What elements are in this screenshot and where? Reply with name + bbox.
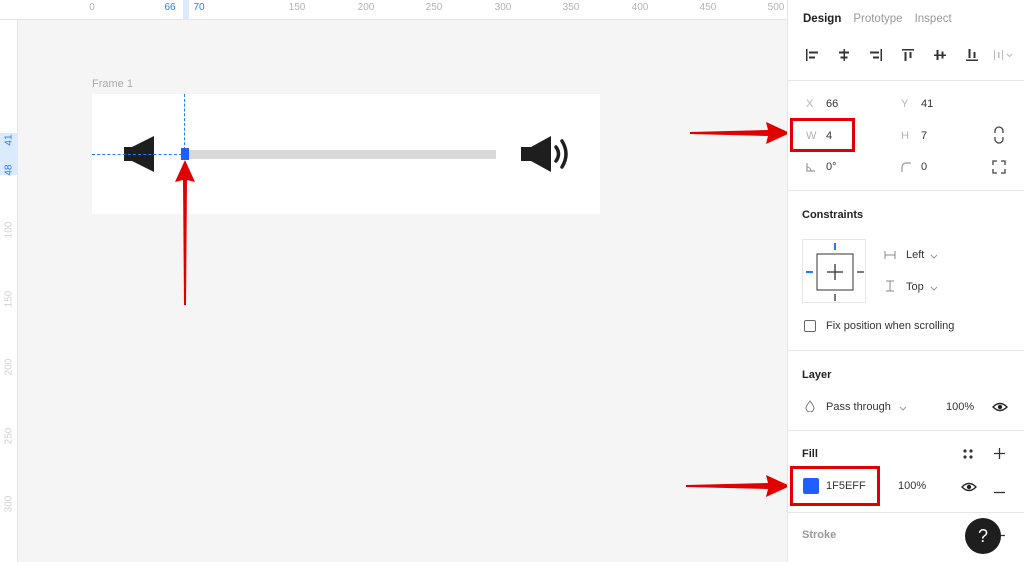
vertical-constraint-icon [885,280,895,295]
ruler-tick: 100 [3,221,15,239]
x-label: X [806,98,814,110]
remove-fill-icon[interactable] [993,485,1006,497]
ruler-tick: 150 [3,290,15,308]
ruler-tick: 200 [3,358,15,376]
rotation-field[interactable]: 0° [826,161,837,173]
layer-title: Layer [802,369,832,381]
slider-track[interactable] [188,150,496,159]
panel-tabs: Design Prototype Inspect [803,13,952,25]
stroke-title: Stroke [802,529,837,541]
ruler-tick-selection-start: 41 [3,134,15,146]
top-ruler: 0 66 70 150 200 250 300 350 400 450 500 [0,0,787,20]
y-field[interactable]: 41 [921,98,933,110]
annotation-arrow-up-icon [175,160,195,305]
distribute-dropdown-icon[interactable] [993,44,1015,66]
ruler-tick: 450 [699,2,717,13]
help-button[interactable]: ? [965,518,1001,554]
add-fill-icon[interactable] [993,447,1006,463]
position-section [788,80,1024,81]
measure-guide-horizontal [92,154,182,155]
volume-high-icon [519,133,573,178]
tab-design[interactable]: Design [803,13,841,25]
ruler-tick: 150 [288,2,306,13]
alignment-toolbar [801,44,1015,66]
chevron-down-icon [930,251,938,263]
vertical-constraint-select[interactable]: Top [906,281,924,293]
ruler-tick: 250 [425,2,443,13]
chevron-down-icon [930,283,938,295]
ruler-tick: 0 [89,2,95,13]
ruler-tick-selection-end: 48 [3,164,15,176]
ruler-selection-highlight [183,0,189,20]
align-bottom-icon[interactable] [961,44,983,66]
fill-title: Fill [802,448,818,460]
eye-icon[interactable] [992,401,1008,416]
fill-opacity-field[interactable]: 100% [898,480,926,492]
corner-radius-icon [900,161,912,176]
annotation-arrow-right-icon [686,475,790,497]
constrain-proportions-icon[interactable] [992,126,1006,147]
measure-guide-vertical [184,94,185,150]
eye-icon[interactable] [961,481,977,496]
blend-mode-select[interactable]: Pass through [826,401,891,413]
ruler-tick: 400 [631,2,649,13]
ruler-tick: 300 [3,495,15,513]
fix-position-checkbox[interactable] [804,320,816,332]
slider-handle[interactable] [181,148,189,160]
ruler-tick: 350 [562,2,580,13]
constraints-widget[interactable] [802,239,866,303]
horizontal-constraint-icon [884,250,896,263]
tab-inspect[interactable]: Inspect [915,13,952,25]
x-field[interactable]: 66 [826,98,838,110]
h-field[interactable]: 7 [921,130,927,142]
ruler-tick-selection-end: 70 [193,2,205,13]
ruler-tick: 250 [3,427,15,445]
volume-low-icon [122,134,158,177]
align-left-icon[interactable] [801,44,823,66]
rotation-icon [805,161,817,176]
align-top-icon[interactable] [897,44,919,66]
align-vertical-center-icon[interactable] [929,44,951,66]
annotation-highlight-box [790,118,855,152]
blend-mode-icon [805,400,815,415]
align-right-icon[interactable] [865,44,887,66]
ruler-tick: 300 [494,2,512,13]
fix-position-label: Fix position when scrolling [826,320,955,332]
layer-section [788,350,1024,351]
layer-opacity-field[interactable]: 100% [946,401,974,413]
frame-label[interactable]: Frame 1 [92,78,133,90]
tab-prototype[interactable]: Prototype [853,13,902,25]
independent-corners-icon[interactable] [992,160,1006,177]
ruler-tick: 200 [357,2,375,13]
ruler-tick: 500 [767,2,785,13]
h-label: H [901,130,909,142]
fill-section [788,430,1024,431]
y-label: Y [901,98,909,110]
annotation-arrow-right-icon [690,122,790,144]
constraints-title: Constraints [802,209,864,221]
horizontal-constraint-select[interactable]: Left [906,249,924,261]
annotation-highlight-box [790,466,880,506]
chevron-down-icon [899,403,907,415]
stroke-section [788,512,1024,513]
ruler-tick-selection-start: 66 [164,2,176,13]
styles-grid-icon[interactable] [962,448,974,463]
constraints-section [788,190,1024,191]
corner-radius-field[interactable]: 0 [921,161,927,173]
align-horizontal-center-icon[interactable] [833,44,855,66]
